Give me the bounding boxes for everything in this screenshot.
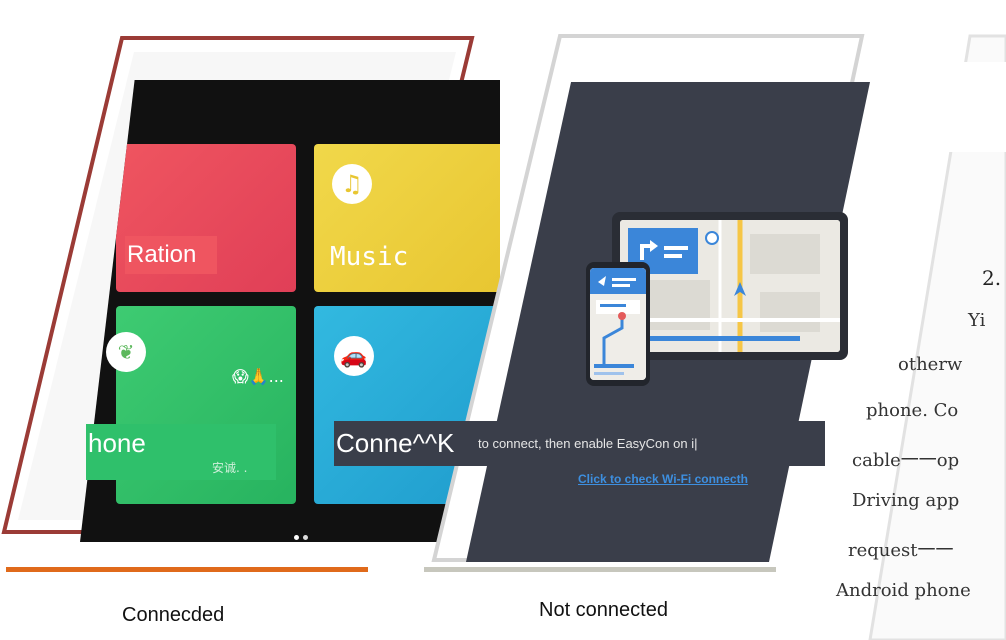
document-line: otherw <box>898 354 963 375</box>
phone-map-screen <box>590 268 646 380</box>
phone-tile-sublabel: 安诚. . <box>212 461 248 475</box>
page-indicator[interactable] <box>292 527 310 545</box>
check-wifi-link[interactable]: Click to check Wi-Fi connecth <box>578 472 748 486</box>
connected-caption: Connecded <box>122 604 225 626</box>
music-note-icon: ♫ <box>332 164 372 204</box>
document-line: phone. Co <box>866 400 959 421</box>
document-line: Android phone <box>836 580 971 601</box>
document-line: request一一 <box>848 540 954 561</box>
not-connected-underline <box>424 567 776 572</box>
smartphone-illustration <box>586 262 650 386</box>
document-line: cable一一op <box>852 450 960 471</box>
music-tile-label: Music <box>330 242 409 272</box>
radio-tile-label: Ration <box>125 236 217 274</box>
document-line: Driving app <box>852 490 960 511</box>
not-connected-caption: Not connected <box>539 599 668 621</box>
notification-emoji: 😱🙏... <box>232 367 284 386</box>
document-line: Yi <box>968 310 986 331</box>
document-heading: 2. <box>982 266 1002 290</box>
car-icon: 🚗 <box>334 336 374 376</box>
leaf-icon: ❦ <box>106 332 146 372</box>
connected-underline <box>6 567 368 572</box>
tablet-map-screen <box>620 220 840 352</box>
car-connect-tile[interactable]: 🚗 <box>314 306 500 504</box>
connect-hint-instructions: to connect, then enable EasyCon on i| <box>478 436 698 451</box>
phone-tile-label: hone <box>88 428 146 458</box>
connect-hint-title: Conne^^K <box>336 428 455 458</box>
